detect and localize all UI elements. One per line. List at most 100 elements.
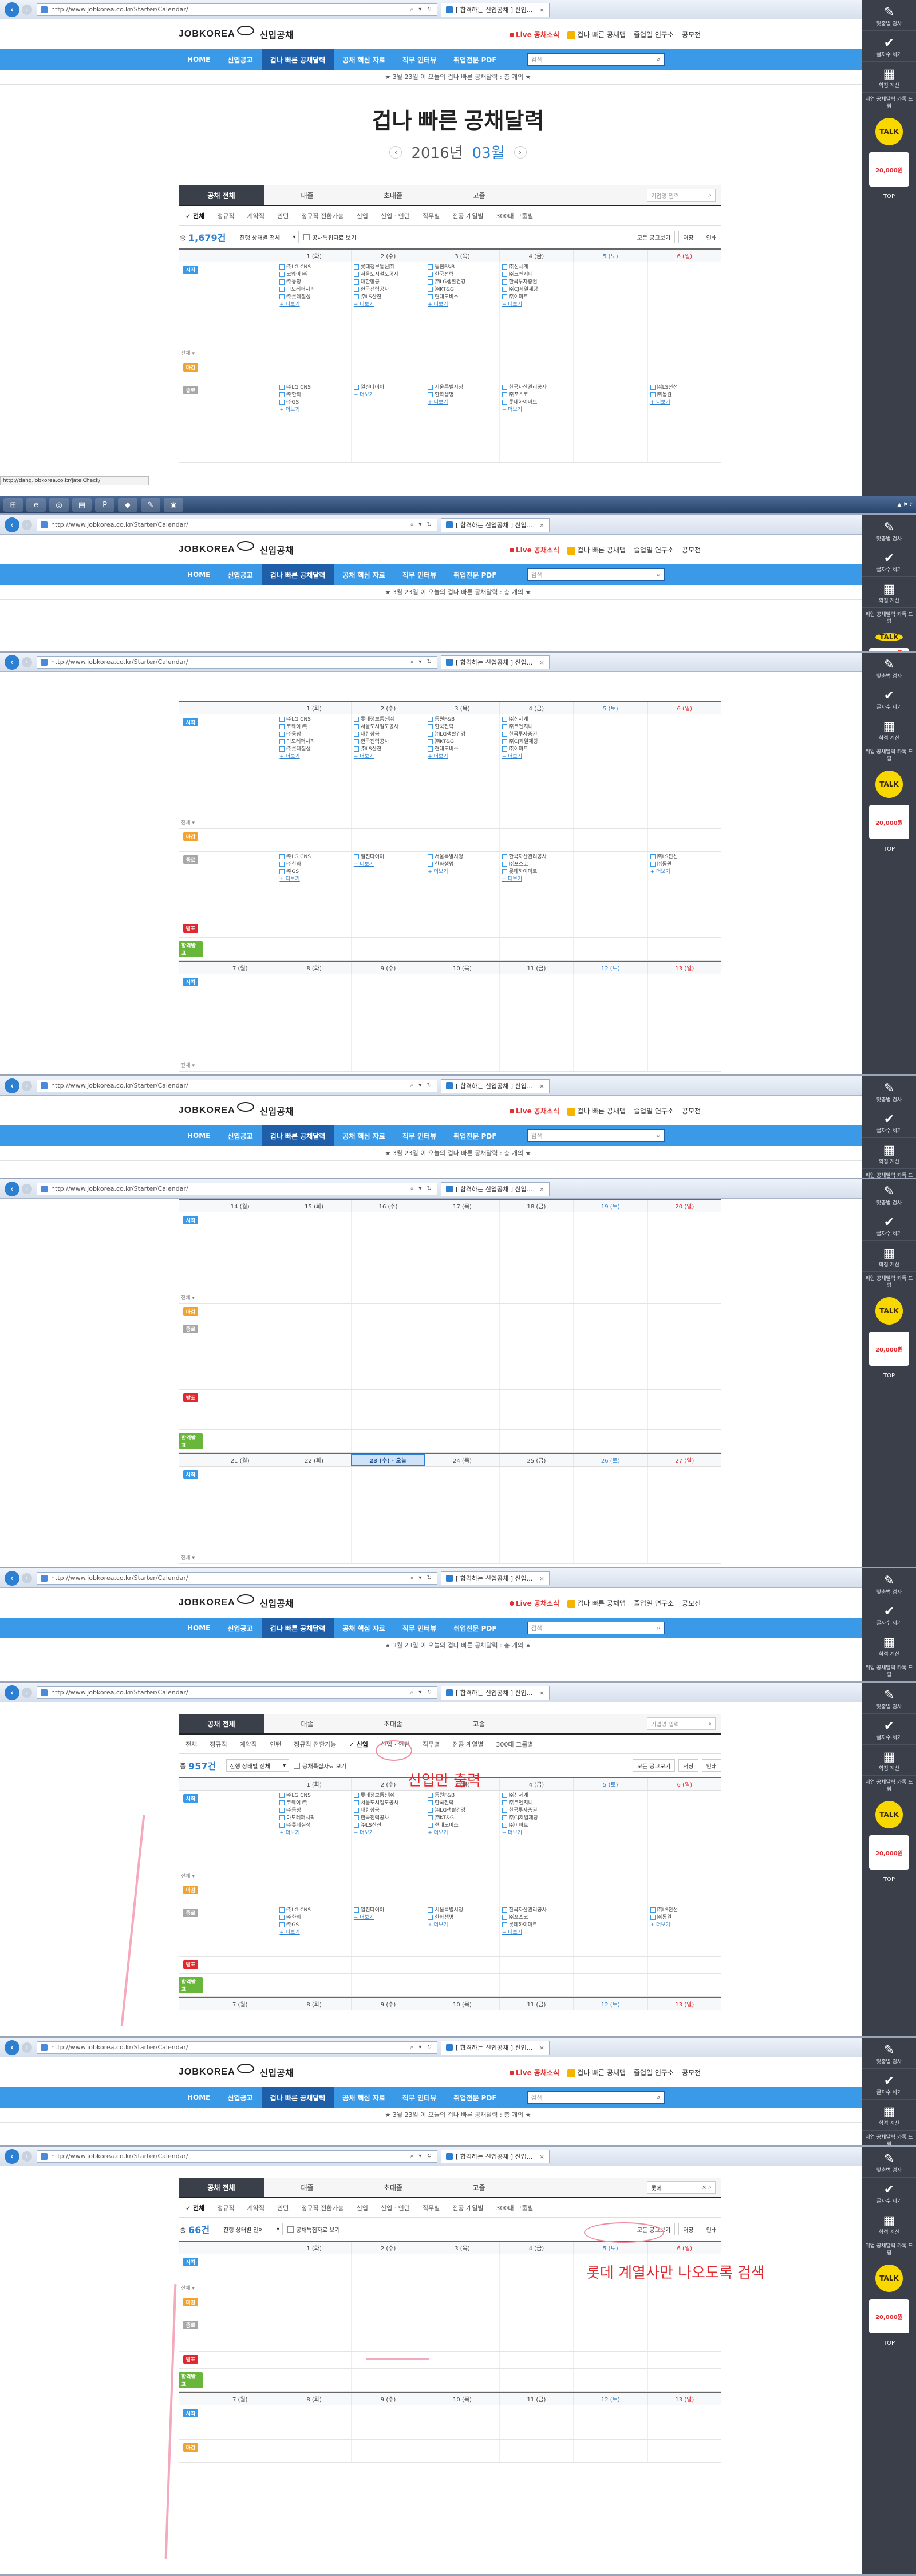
powerpoint-icon[interactable]: P: [95, 498, 114, 512]
reward-banner[interactable]: 20,000원: [869, 805, 909, 839]
more-link[interactable]: + 더보기: [502, 406, 571, 414]
contest-link[interactable]: 공모전: [682, 30, 701, 39]
search-icon[interactable]: ⌕: [657, 1624, 660, 1632]
back-button[interactable]: ‹: [5, 1078, 19, 1093]
top-button[interactable]: TOP: [883, 193, 895, 200]
more-link[interactable]: + 더보기: [279, 876, 348, 883]
close-tab-icon[interactable]: ×: [539, 2044, 544, 2052]
view-toggle[interactable]: 전체 ▾: [181, 1872, 195, 1879]
live-news-link[interactable]: Live 공채소식: [510, 1598, 559, 1608]
charcount-button[interactable]: ✔ 글자수 세기: [862, 683, 916, 714]
nav-item-2[interactable]: 겁나 빠른 공채달력: [261, 2087, 334, 2108]
company-item[interactable]: ㈜LS전선: [650, 384, 719, 392]
address-bar[interactable]: http://www.jobkorea.co.kr/Starter/Calend…: [37, 3, 437, 16]
company-item[interactable]: ㈜LG생활건강: [428, 279, 496, 286]
back-button[interactable]: ‹: [5, 2148, 19, 2164]
jobkorea-logo[interactable]: JOBKOREA: [179, 1594, 254, 1608]
graduation-lab-link[interactable]: 졸업일 연구소: [634, 545, 674, 555]
browser-tab[interactable]: [ 합격하는 신입공채 ] 신입... ×: [441, 1182, 550, 1196]
company-item[interactable]: 대한항공: [354, 279, 423, 286]
search-icon[interactable]: ⌕: [657, 571, 660, 579]
close-tab-icon[interactable]: ×: [539, 6, 544, 14]
type-option-9[interactable]: 300대 그룹별: [496, 1740, 533, 1749]
category-tab-1[interactable]: 대졸: [264, 185, 350, 205]
prev-month-button[interactable]: ‹: [389, 145, 402, 159]
charcount-button[interactable]: ✔ 글자수 세기: [862, 1714, 916, 1745]
app-icon[interactable]: ◆: [118, 498, 137, 512]
view-toggle[interactable]: 전체 ▾: [181, 1554, 195, 1561]
company-item[interactable]: 한화생명: [428, 861, 496, 868]
company-item[interactable]: 한국전력: [428, 271, 496, 279]
type-option-8[interactable]: 전공 계열별: [452, 2203, 483, 2212]
more-link[interactable]: + 더보기: [354, 861, 423, 868]
reward-banner[interactable]: 20,000원: [869, 1835, 909, 1870]
job-map-link[interactable]: 겁나 빠른 공채맵: [567, 1598, 626, 1608]
more-link[interactable]: + 더보기: [428, 868, 496, 876]
back-button[interactable]: ‹: [5, 1685, 19, 1700]
close-tab-icon[interactable]: ×: [539, 521, 544, 529]
type-option-7[interactable]: 직무별: [423, 1740, 440, 1749]
forward-button[interactable]: ›: [22, 2151, 32, 2162]
company-item[interactable]: ㈜동원: [650, 392, 719, 399]
company-item[interactable]: ㈜신세계: [502, 716, 571, 724]
nav-item-4[interactable]: 직무 인터뷰: [394, 564, 445, 585]
site-search-input[interactable]: 검색 ⌕: [527, 2091, 665, 2104]
company-item[interactable]: 롯데하이마트: [502, 1922, 571, 1929]
company-item[interactable]: 서울도시철도공사: [354, 1800, 423, 1807]
more-link[interactable]: + 더보기: [502, 301, 571, 309]
company-item[interactable]: ㈜동원: [650, 861, 719, 868]
print-button[interactable]: 인쇄: [701, 231, 721, 243]
contest-link[interactable]: 공모전: [682, 545, 701, 555]
more-link[interactable]: + 더보기: [502, 1830, 571, 1837]
chrome-icon[interactable]: ◎: [49, 498, 69, 512]
company-item[interactable]: ㈜동양: [279, 731, 348, 738]
refresh-icon[interactable]: ⌕ ▾ ↻: [410, 2044, 433, 2050]
type-option-5[interactable]: 신입: [357, 2203, 368, 2212]
forward-button[interactable]: ›: [22, 657, 32, 667]
nav-item-1[interactable]: 신입공고: [219, 1125, 261, 1146]
type-option-6[interactable]: 신입 · 인턴: [381, 2203, 410, 2212]
company-item[interactable]: 일진다이아: [354, 384, 423, 392]
company-item[interactable]: 한화생명: [428, 392, 496, 399]
type-option-4[interactable]: 정규직 전환가능: [301, 211, 344, 220]
nav-item-4[interactable]: 직무 인터뷰: [394, 1125, 445, 1146]
nav-item-5[interactable]: 취업전문 PDF: [445, 1618, 505, 1638]
browser-tab[interactable]: [ 합격하는 신입공채 ] 신입... ×: [441, 2040, 550, 2055]
company-item[interactable]: 동원F&B: [428, 264, 496, 271]
more-link[interactable]: + 더보기: [279, 1830, 348, 1837]
category-tab-3[interactable]: 고졸: [436, 1714, 522, 1733]
gpa-button[interactable]: ▦ 학점 계산: [862, 577, 916, 608]
forward-button[interactable]: ›: [22, 1573, 32, 1583]
type-option-4[interactable]: 정규직 전환가능: [301, 2203, 344, 2212]
category-tab-2[interactable]: 초대졸: [350, 185, 436, 205]
company-item[interactable]: ㈜LG CNS: [279, 716, 348, 724]
site-search-input[interactable]: 검색 ⌕: [527, 568, 665, 581]
company-item[interactable]: ㈜이마트: [502, 294, 571, 301]
refresh-icon[interactable]: ⌕ ▾ ↻: [410, 2153, 433, 2159]
company-item[interactable]: ㈜롯데칠성: [279, 1822, 348, 1830]
charcount-button[interactable]: ✔ 글자수 세기: [862, 1107, 916, 1138]
company-item[interactable]: ㈜포스코: [502, 861, 571, 868]
service-name[interactable]: 신입공채: [260, 27, 294, 41]
company-item[interactable]: 서울특별시청: [428, 1907, 496, 1914]
more-link[interactable]: + 더보기: [279, 753, 348, 761]
nav-item-3[interactable]: 공채 핵심 자료: [334, 1125, 394, 1146]
company-item[interactable]: ㈜CJ제일제당: [502, 286, 571, 294]
nav-item-5[interactable]: 취업전문 PDF: [445, 49, 505, 70]
type-option-2[interactable]: 계약직: [247, 2203, 264, 2212]
company-item[interactable]: ㈜LS산전: [354, 746, 423, 753]
graduation-lab-link[interactable]: 졸업일 연구소: [634, 2068, 674, 2077]
nav-item-1[interactable]: 신입공고: [219, 1618, 261, 1638]
address-bar[interactable]: http://www.jobkorea.co.kr/Starter/Calend…: [37, 2041, 437, 2054]
more-link[interactable]: + 더보기: [650, 868, 719, 876]
back-button[interactable]: ‹: [5, 2040, 19, 2055]
folder-icon[interactable]: ▤: [72, 498, 92, 512]
type-option-9[interactable]: 300대 그룹별: [496, 2203, 533, 2212]
address-bar[interactable]: http://www.jobkorea.co.kr/Starter/Calend…: [37, 1571, 437, 1585]
charcount-button[interactable]: ✔ 글자수 세기: [862, 2069, 916, 2100]
more-link[interactable]: + 더보기: [428, 1830, 496, 1837]
view-toggle[interactable]: 전체 ▾: [181, 1061, 195, 1069]
forward-button[interactable]: ›: [22, 1687, 32, 1698]
company-item[interactable]: 대한항공: [354, 1807, 423, 1815]
nav-item-5[interactable]: 취업전문 PDF: [445, 564, 505, 585]
